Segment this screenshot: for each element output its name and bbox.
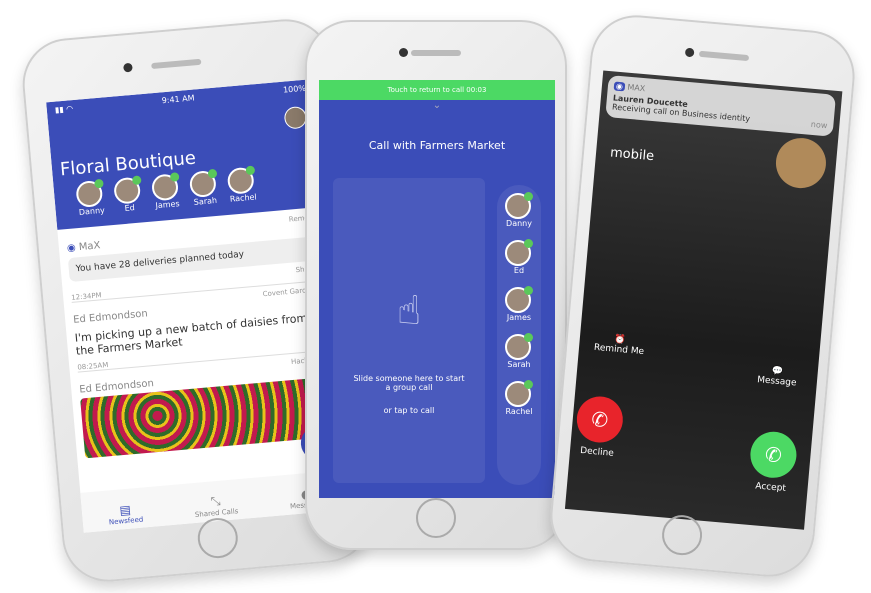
button-label: Message <box>756 375 797 389</box>
speaker <box>411 50 461 56</box>
chevron-down-icon[interactable]: ⌄ <box>319 100 555 111</box>
tab-shared-calls[interactable]: ⤡ Shared Calls <box>193 492 239 519</box>
camera <box>684 47 695 58</box>
avatar <box>505 286 533 313</box>
message-button[interactable]: 💬 Message <box>746 364 808 389</box>
contact-name: Rachel <box>229 192 258 204</box>
hand-swipe-icon: ☝ <box>396 288 422 334</box>
return-to-call-banner[interactable]: Touch to return to call 00:03 <box>319 80 555 100</box>
contacts-rail: Danny Ed James Sarah Rachel <box>497 185 541 485</box>
notification[interactable]: ◉ MAX Lauren Doucette Receiving call on … <box>605 75 837 137</box>
contact[interactable]: Rachel <box>226 166 258 204</box>
contact-name: Sarah <box>193 195 218 207</box>
contact-name: Ed <box>124 203 136 213</box>
contact[interactable]: Sarah <box>505 333 533 369</box>
profile-avatar[interactable] <box>283 105 308 130</box>
avatar <box>505 192 533 219</box>
avatar <box>75 179 104 209</box>
avatar <box>505 239 533 266</box>
caller-avatar <box>773 135 829 191</box>
tab-label: Newsfeed <box>108 515 144 527</box>
avatar <box>226 166 255 195</box>
contact-name: James <box>506 313 532 322</box>
tab-newsfeed[interactable]: ▤ Newsfeed <box>107 502 144 527</box>
caller-line: mobile <box>609 145 655 165</box>
incoming-call-screen: mobile ◉ MAX Lauren Doucette Receiving c… <box>564 70 843 530</box>
camera <box>399 48 408 57</box>
avatar <box>150 173 180 202</box>
contact[interactable]: Sarah <box>188 169 220 207</box>
call-title: Call with Farmers Market <box>368 139 506 152</box>
contact[interactable]: Ed <box>113 176 144 213</box>
avatar <box>505 380 533 407</box>
speaker <box>698 50 749 62</box>
hint-text: or tap to call <box>383 406 435 415</box>
avatar <box>505 333 533 360</box>
clock: 9:41 AM <box>161 93 195 106</box>
speaker <box>151 58 202 70</box>
notification-time: now <box>810 119 828 131</box>
avatar <box>113 176 142 205</box>
app-name: MAX <box>627 82 646 94</box>
card-text: You have 28 deliveries planned today <box>75 249 245 275</box>
contact-name: Danny <box>78 205 106 217</box>
hang-up-icon: ✆ <box>590 406 610 433</box>
phone-icon: ✆ <box>764 442 783 468</box>
contact-name: Ed <box>513 266 525 275</box>
camera <box>123 62 133 73</box>
contact-name: Rachel <box>505 407 533 416</box>
avatar <box>188 169 217 199</box>
remind-me-button[interactable]: ⏰ Remind Me <box>589 332 651 357</box>
group-call-drop-zone[interactable]: ☝ Slide someone here to start a group ca… <box>333 178 485 483</box>
max-logo-icon: ◉ <box>66 242 77 255</box>
contact[interactable]: James <box>505 286 533 322</box>
contact[interactable]: James <box>150 173 182 211</box>
call-screen: Touch to return to call 00:03 ⌄ Call wit… <box>319 80 555 498</box>
battery: 100% <box>282 83 307 95</box>
home-button[interactable] <box>416 498 456 538</box>
max-label: MaX <box>78 240 101 254</box>
signal-icon: ▮▮ ◠ <box>54 104 74 115</box>
accept-label: Accept <box>754 481 787 494</box>
contact[interactable]: Danny <box>75 179 106 217</box>
contact-name: James <box>155 199 180 211</box>
phone-incoming-call: mobile ◉ MAX Lauren Doucette Receiving c… <box>546 11 859 581</box>
contact-name: Sarah <box>507 360 531 369</box>
max-app-icon: ◉ <box>613 81 626 92</box>
contact[interactable]: Ed <box>505 239 533 275</box>
contact-name: Danny <box>506 219 532 228</box>
decline-label: Decline <box>579 445 615 459</box>
phone-call: Touch to return to call 00:03 ⌄ Call wit… <box>305 20 567 550</box>
decline-button[interactable]: ✆ <box>574 394 625 445</box>
home-button[interactable] <box>196 516 240 560</box>
accept-button[interactable]: ✆ <box>748 429 799 480</box>
contact[interactable]: Rachel <box>505 380 533 416</box>
hint-text: Slide someone here to start a group call <box>353 374 465 392</box>
contact[interactable]: Danny <box>505 192 533 228</box>
